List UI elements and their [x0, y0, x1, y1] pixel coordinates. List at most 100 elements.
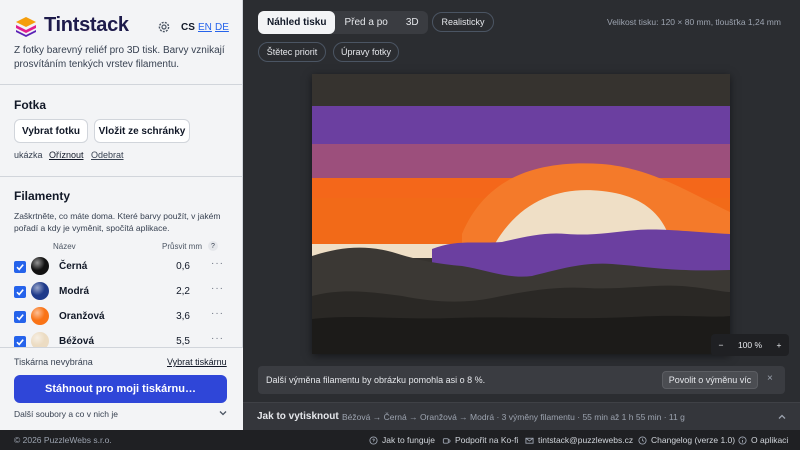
- zoom-control: − 100 % +: [711, 334, 789, 356]
- filament-color-swatch: [31, 282, 49, 300]
- priority-brush-button[interactable]: Štětec priorit: [258, 42, 326, 62]
- zoom-out-button[interactable]: −: [711, 340, 731, 350]
- logo: Tintstack: [14, 14, 129, 37]
- filament-checkbox[interactable]: [14, 311, 26, 323]
- filament-color-swatch: [31, 332, 49, 347]
- coffee-icon: [442, 437, 451, 444]
- clock-icon: [638, 435, 647, 445]
- about-link[interactable]: O aplikaci: [738, 435, 788, 445]
- choose-photo-button[interactable]: Vybrat fotku: [14, 119, 88, 143]
- filament-transmission[interactable]: 3,6: [160, 311, 190, 322]
- zoom-in-button[interactable]: +: [769, 340, 789, 350]
- about-label: O aplikaci: [751, 435, 789, 445]
- logo-icon: [16, 16, 36, 37]
- help-circle-icon: [369, 435, 378, 445]
- email-link[interactable]: tintstack@puzzlewebs.cz: [525, 435, 633, 445]
- more-options-icon[interactable]: ···: [211, 258, 224, 269]
- filament-checkbox[interactable]: [14, 286, 26, 298]
- close-icon[interactable]: ×: [767, 373, 773, 384]
- language-de[interactable]: DE: [215, 22, 229, 33]
- check-icon: [16, 289, 24, 296]
- filament-transmission[interactable]: 0,6: [160, 261, 190, 272]
- choose-printer-link[interactable]: Vybrat tiskárnu: [167, 357, 227, 367]
- more-files-toggle[interactable]: Další soubory a co v nich je: [14, 409, 118, 419]
- how-it-works-label: Jak to funguje: [382, 435, 435, 445]
- mail-icon: [525, 437, 534, 444]
- filament-row[interactable]: Béžová 5,5 ···: [0, 330, 243, 347]
- sidebar: Tintstack CS EN DE Z fotky barevný relié…: [0, 0, 243, 430]
- sidebar-scroll-area: Tintstack CS EN DE Z fotky barevný relié…: [0, 0, 243, 347]
- filament-checkbox[interactable]: [14, 261, 26, 273]
- print-size-info: Velikost tisku: 120 × 80 mm, tloušťka 1,…: [607, 17, 781, 27]
- zoom-level: 100 %: [737, 340, 763, 350]
- sample-link[interactable]: ukázka: [14, 150, 43, 160]
- crop-link[interactable]: Oříznout: [49, 150, 84, 160]
- kofi-link[interactable]: Podpořit na Ko-fi: [442, 435, 518, 445]
- filament-color-swatch: [31, 307, 49, 325]
- column-name: Název: [53, 242, 76, 251]
- how-to-print-bar[interactable]: Jak to vytisknout Béžová → Černá → Oranž…: [243, 402, 800, 430]
- allow-extra-swap-button[interactable]: Povolit o výměnu víc: [662, 371, 758, 389]
- tip-text: Další výměna filamentu by obrázku pomohl…: [266, 375, 486, 385]
- how-it-works-link[interactable]: Jak to funguje: [369, 435, 435, 445]
- check-icon: [16, 264, 24, 271]
- filament-name: Béžová: [59, 336, 95, 347]
- footer: © 2026 PuzzleWebs s.r.o. Jak to funguje …: [0, 430, 800, 450]
- filament-row[interactable]: Modrá 2,2 ···: [0, 280, 243, 304]
- help-icon[interactable]: ?: [208, 241, 218, 251]
- language-en[interactable]: EN: [198, 22, 212, 33]
- foreground: [312, 315, 730, 354]
- changelog-link[interactable]: Changelog (verze 1.0): [638, 435, 735, 445]
- printer-status: Tiskárna nevybrána: [14, 357, 93, 367]
- column-transmission: Průsvit mm: [162, 242, 202, 251]
- changelog-label: Changelog (verze 1.0): [651, 435, 736, 445]
- app-tagline: Z fotky barevný reliéf pro 3D tisk. Barv…: [14, 45, 225, 70]
- filament-transmission[interactable]: 5,5: [160, 336, 190, 347]
- more-options-icon[interactable]: ···: [211, 333, 224, 344]
- filament-name: Modrá: [59, 286, 89, 297]
- tab-before-after[interactable]: Před a po: [335, 11, 396, 34]
- filament-transmission[interactable]: 2,2: [160, 286, 190, 297]
- preview-canvas: [312, 74, 730, 354]
- chevron-down-icon[interactable]: [218, 408, 228, 418]
- app-name: Tintstack: [44, 14, 129, 36]
- photo-section-title: Fotka: [14, 98, 47, 112]
- more-options-icon[interactable]: ···: [211, 283, 224, 294]
- divider: [0, 84, 243, 85]
- info-icon: [738, 435, 747, 445]
- more-options-icon[interactable]: ···: [211, 308, 224, 319]
- language-cs[interactable]: CS: [181, 22, 195, 33]
- band-mauve: [312, 144, 730, 178]
- email-label: tintstack@puzzlewebs.cz: [538, 435, 634, 445]
- divider: [0, 176, 243, 177]
- view-tabs: Náhled tisku Před a po 3D: [258, 11, 428, 34]
- filaments-description: Zaškrtněte, co máte doma. Které barvy po…: [14, 211, 221, 233]
- kofi-label: Podpořit na Ko-fi: [455, 435, 519, 445]
- filament-name: Oranžová: [59, 311, 105, 322]
- sidebar-footer: Tiskárna nevybrána Vybrat tiskárnu Stáhn…: [0, 347, 243, 430]
- download-button[interactable]: Stáhnout pro moji tiskárnu…: [14, 375, 227, 403]
- filament-checkbox[interactable]: [14, 336, 26, 347]
- how-to-print-summary: Béžová → Černá → Oranžová → Modrá · 3 vý…: [342, 412, 685, 422]
- photo-edits-button[interactable]: Úpravy fotky: [333, 42, 399, 62]
- gear-icon[interactable]: [157, 20, 171, 34]
- check-icon: [16, 339, 24, 346]
- tip-banner: Další výměna filamentu by obrázku pomohl…: [258, 366, 785, 394]
- check-icon: [16, 314, 24, 321]
- filament-row[interactable]: Černá 0,6 ···: [0, 255, 243, 279]
- copyright: © 2026 PuzzleWebs s.r.o.: [14, 435, 112, 445]
- print-preview-image[interactable]: [312, 74, 730, 354]
- tab-3d[interactable]: 3D: [397, 11, 428, 34]
- how-to-print-title: Jak to vytisknout: [257, 411, 339, 422]
- filaments-section-title: Filamenty: [14, 189, 71, 203]
- remove-link[interactable]: Odebrat: [91, 150, 124, 160]
- filament-name: Černá: [59, 261, 88, 272]
- paste-from-clipboard-button[interactable]: Vložit ze schránky: [94, 119, 190, 143]
- chevron-up-icon[interactable]: [776, 411, 788, 423]
- band-purple: [312, 106, 730, 144]
- filament-color-swatch: [31, 257, 49, 275]
- tab-print-preview[interactable]: Náhled tisku: [258, 11, 336, 34]
- realistic-toggle[interactable]: Realisticky: [432, 12, 494, 32]
- filament-row[interactable]: Oranžová 3,6 ···: [0, 305, 243, 329]
- main-panel: Náhled tisku Před a po 3D Realisticky Ve…: [243, 0, 800, 430]
